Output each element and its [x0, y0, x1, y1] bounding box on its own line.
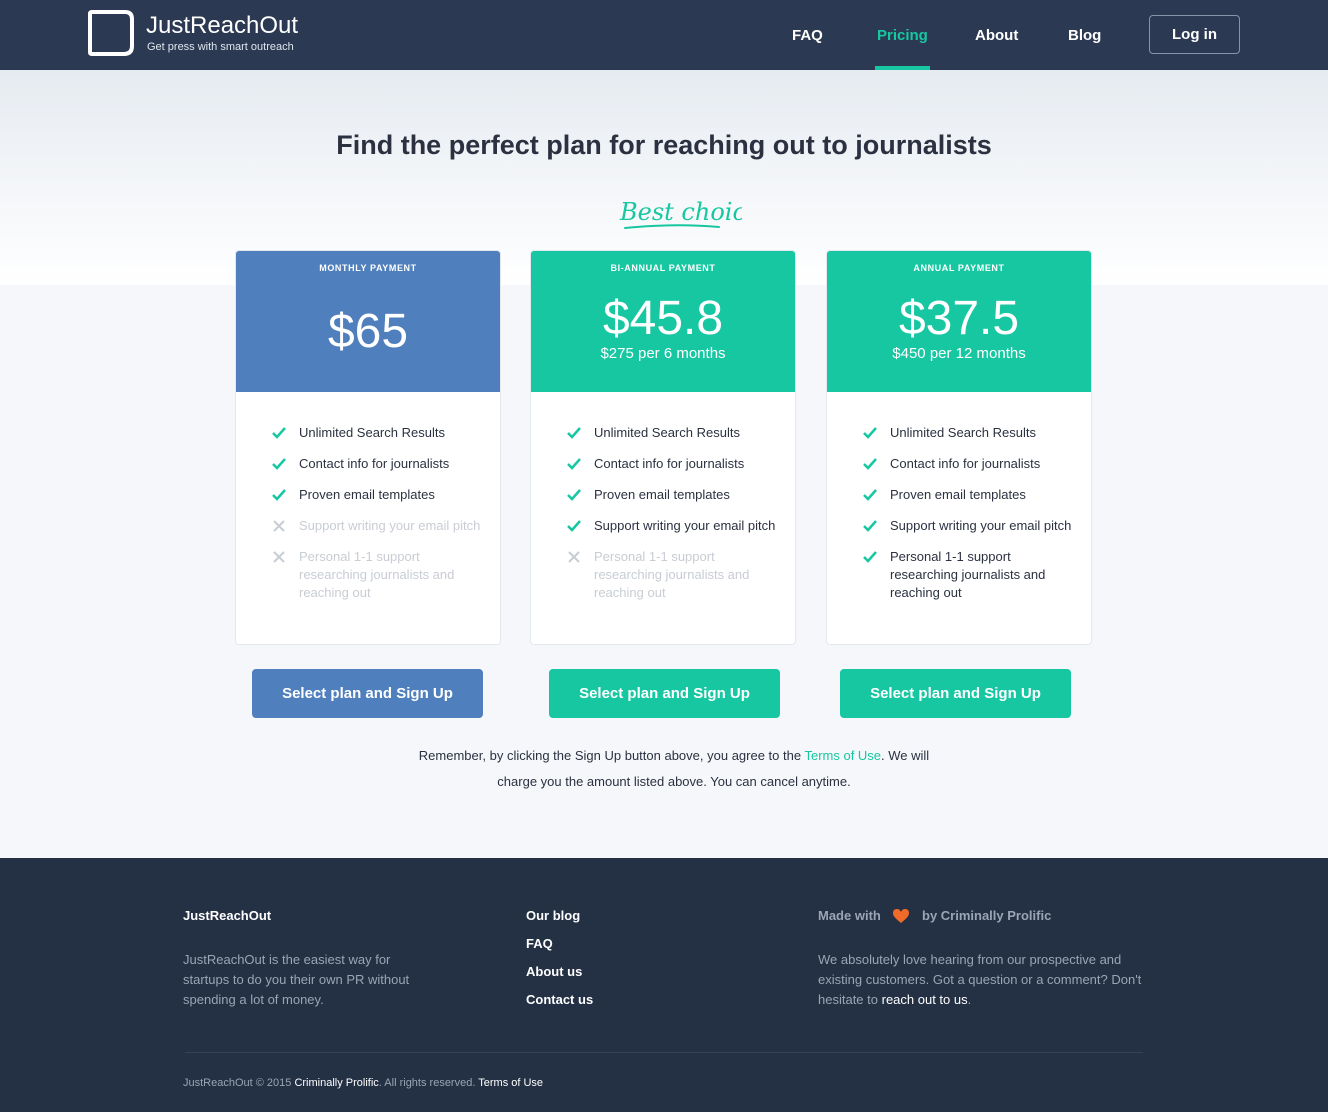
checkmark-icon — [567, 427, 581, 439]
feature-item: Personal 1-1 support researching journal… — [272, 548, 482, 602]
footer-link-contact-us[interactable]: Contact us — [526, 992, 593, 1007]
feature-label: Unlimited Search Results — [890, 425, 1036, 440]
feature-label: Proven email templates — [594, 487, 730, 502]
feature-label: Unlimited Search Results — [299, 425, 445, 440]
footer-terms-link[interactable]: Terms of Use — [478, 1077, 543, 1089]
feature-label: Proven email templates — [890, 487, 1026, 502]
feature-item: Proven email templates — [863, 486, 1073, 504]
copyright: JustReachOut © 2015 Criminally Prolific.… — [183, 1077, 543, 1089]
select-monthly-plan-button[interactable]: Select plan and Sign Up — [252, 669, 483, 718]
plan-price: $65 — [327, 305, 409, 358]
brand-name[interactable]: JustReachOut — [146, 12, 298, 40]
nav-blog[interactable]: Blog — [1068, 0, 1101, 70]
plan-header-monthly: MONTHLY PAYMENT $65 — [236, 251, 500, 392]
x-icon — [568, 551, 580, 563]
feature-item: Personal 1-1 support researching journal… — [567, 548, 777, 602]
feature-label: Support writing your email pitch — [299, 518, 481, 533]
feature-list: Unlimited Search Results Contact info fo… — [272, 424, 482, 615]
checkmark-icon — [272, 489, 286, 501]
feature-label: Contact info for journalists — [299, 456, 450, 471]
login-button[interactable]: Log in — [1149, 15, 1240, 54]
checkmark-icon — [863, 458, 877, 470]
feature-label: Unlimited Search Results — [594, 425, 740, 440]
feature-item: Proven email templates — [567, 486, 777, 504]
best-choice-script-label: Best choice! — [619, 198, 742, 229]
x-icon — [273, 551, 285, 563]
page-title: Find the perfect plan for reaching out t… — [336, 130, 992, 160]
brand-tagline: Get press with smart outreach — [147, 41, 294, 53]
feature-label: Support writing your email pitch — [890, 518, 1072, 533]
feature-label: Personal 1-1 support researching journal… — [299, 549, 455, 600]
checkmark-icon — [567, 458, 581, 470]
feature-label: Contact info for journalists — [890, 456, 1041, 471]
made-by-label[interactable]: by Criminally Prolific — [922, 908, 1051, 923]
reach-out-link[interactable]: reach out to us — [882, 992, 968, 1007]
plan-name: BI-ANNUAL PAYMENT — [610, 263, 716, 273]
copyright-prefix: JustReachOut © 2015 — [183, 1077, 295, 1089]
plan-header-annual: ANNUAL PAYMENT $37.5 $450 per 12 months — [827, 251, 1091, 392]
feature-item: Unlimited Search Results — [863, 424, 1073, 442]
footer-brand: JustReachOut — [183, 908, 272, 923]
terms-note: Remember, by clicking the Sign Up button… — [409, 743, 939, 795]
footer-contact-end: . — [967, 992, 972, 1007]
plan-card-monthly: MONTHLY PAYMENT $65 Unlimited Search Res… — [235, 250, 501, 645]
feature-item: Unlimited Search Results — [567, 424, 777, 442]
feature-item: Contact info for journalists — [567, 455, 777, 473]
checkmark-icon — [567, 489, 581, 501]
feature-label: Support writing your email pitch — [594, 518, 776, 533]
best-choice-text: Best choice! — [619, 198, 742, 226]
feature-list: Unlimited Search Results Contact info fo… — [567, 424, 777, 615]
checkmark-icon — [863, 520, 877, 532]
terms-note-before: Remember, by clicking the Sign Up button… — [418, 748, 805, 763]
feature-item: Support writing your email pitch — [567, 517, 777, 535]
checkmark-icon — [863, 551, 877, 563]
plan-name: MONTHLY PAYMENT — [319, 263, 417, 273]
feature-item: Contact info for journalists — [863, 455, 1073, 473]
feature-item: Support writing your email pitch — [863, 517, 1073, 535]
criminally-prolific-link[interactable]: Criminally Prolific — [294, 1077, 378, 1089]
plan-header-bi-annual: BI-ANNUAL PAYMENT $45.8 $275 per 6 month… — [531, 251, 795, 392]
feature-label: Personal 1-1 support researching journal… — [890, 549, 1046, 600]
plan-price: $45.8 — [602, 292, 724, 345]
site-header: JustReachOut Get press with smart outrea… — [0, 0, 1328, 70]
footer-contact-text: We absolutely love hearing from our pros… — [818, 950, 1144, 1010]
made-with-label: Made with — [818, 908, 881, 923]
feature-item: Unlimited Search Results — [272, 424, 482, 442]
feature-item: Personal 1-1 support researching journal… — [863, 548, 1073, 602]
footer-link-about-us[interactable]: About us — [526, 964, 582, 979]
feature-list: Unlimited Search Results Contact info fo… — [863, 424, 1073, 615]
terms-of-use-link[interactable]: Terms of Use — [804, 748, 881, 763]
x-icon — [273, 520, 285, 532]
logo-speech-bubble-icon[interactable] — [88, 10, 134, 56]
feature-item: Support writing your email pitch — [272, 517, 482, 535]
plan-subprice: $450 per 12 months — [892, 345, 1026, 362]
feature-item: Proven email templates — [272, 486, 482, 504]
footer-link-our-blog[interactable]: Our blog — [526, 908, 580, 923]
feature-label: Personal 1-1 support researching journal… — [594, 549, 750, 600]
heart-icon — [893, 909, 909, 923]
footer-description: JustReachOut is the easiest way for star… — [183, 952, 410, 1007]
checkmark-icon — [863, 489, 877, 501]
footer-link-faq[interactable]: FAQ — [526, 936, 553, 951]
nav-about[interactable]: About — [975, 0, 1018, 70]
feature-label: Proven email templates — [299, 487, 435, 502]
footer-divider — [185, 1052, 1143, 1053]
select-bi-annual-plan-button[interactable]: Select plan and Sign Up — [549, 669, 780, 718]
nav-pricing[interactable]: Pricing — [877, 0, 928, 70]
checkmark-icon — [272, 427, 286, 439]
footer-contact-body: We absolutely love hearing from our pros… — [818, 952, 1142, 1007]
plan-price: $37.5 — [898, 292, 1020, 345]
feature-label: Contact info for journalists — [594, 456, 745, 471]
checkmark-icon — [272, 458, 286, 470]
plan-name: ANNUAL PAYMENT — [913, 263, 1005, 273]
checkmark-icon — [567, 520, 581, 532]
copyright-middle: . All rights reserved. — [378, 1077, 479, 1089]
select-annual-plan-button[interactable]: Select plan and Sign Up — [840, 669, 1071, 718]
plan-card-bi-annual: BI-ANNUAL PAYMENT $45.8 $275 per 6 month… — [530, 250, 796, 645]
feature-item: Contact info for journalists — [272, 455, 482, 473]
nav-faq[interactable]: FAQ — [792, 0, 823, 70]
plan-subprice: $275 per 6 months — [600, 345, 726, 362]
plan-card-annual: ANNUAL PAYMENT $37.5 $450 per 12 months … — [826, 250, 1092, 645]
checkmark-icon — [863, 427, 877, 439]
